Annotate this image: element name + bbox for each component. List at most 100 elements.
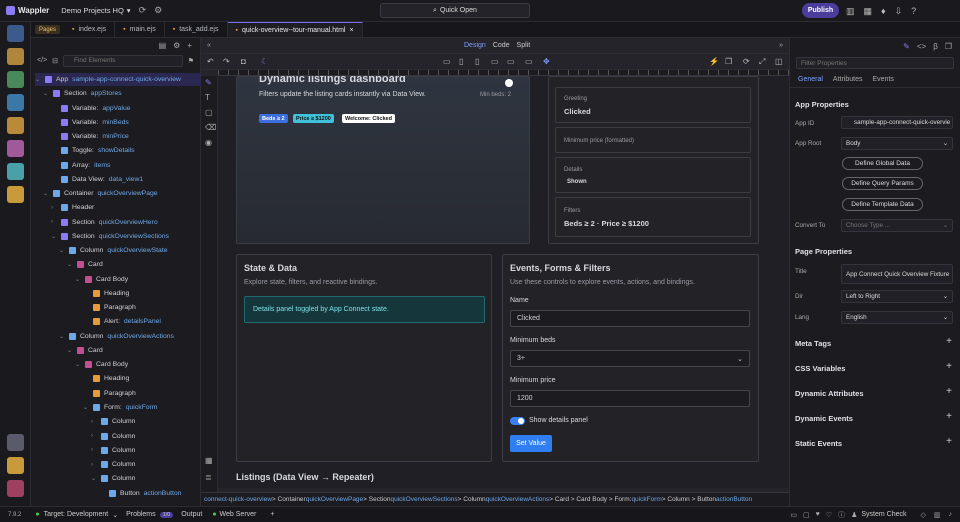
- chevron-down-icon[interactable]: ⌄: [75, 276, 81, 283]
- redo-icon[interactable]: ↷: [223, 57, 230, 66]
- settings-icon[interactable]: ⚙: [173, 41, 180, 50]
- tree-node[interactable]: › Column: [91, 430, 139, 443]
- help-icon[interactable]: ?: [911, 6, 916, 16]
- tablet-icon[interactable]: ▯: [459, 57, 463, 66]
- lang-select[interactable]: English ⌄: [841, 311, 953, 324]
- dynamic-events-section[interactable]: Dynamic Events: [795, 414, 853, 423]
- find-elements-input[interactable]: Find Elements: [63, 54, 183, 67]
- mode-design[interactable]: Design: [464, 42, 486, 49]
- grid-icon[interactable]: ▦: [205, 456, 213, 465]
- hero-section[interactable]: Dynamic listings dashboard Filters updat…: [236, 76, 530, 244]
- fullscreen-icon[interactable]: ⤢: [759, 57, 765, 67]
- tree-node[interactable]: › Header: [51, 201, 98, 214]
- app-id-input[interactable]: sample-app-connect-quick-overvie: [841, 116, 953, 129]
- trash-icon[interactable]: ⌫: [205, 123, 216, 132]
- crumb[interactable]: quickOverviewActions: [486, 496, 550, 503]
- browser-icon[interactable]: ◫: [775, 57, 783, 66]
- layout-icon[interactable]: ▥: [934, 511, 941, 519]
- camera-icon[interactable]: ◘: [241, 57, 246, 66]
- add-icon[interactable]: +: [270, 511, 274, 518]
- crumb[interactable]: > Section: [363, 496, 390, 503]
- tree-node[interactable]: ⌄ Card: [67, 344, 107, 357]
- tree-node[interactable]: Button actionButton: [99, 487, 181, 500]
- design-icon[interactable]: [7, 140, 24, 157]
- tab-general[interactable]: General: [798, 76, 823, 83]
- tree-node[interactable]: ⌄ Section quickOverviewSections: [51, 230, 169, 243]
- tree-node[interactable]: › Column: [91, 444, 139, 457]
- download-icon[interactable]: ⇩: [895, 6, 903, 17]
- set-value-button[interactable]: Set Value: [510, 435, 552, 452]
- grid-icon[interactable]: ▦: [864, 6, 873, 17]
- crumb[interactable]: actionButton: [716, 496, 752, 503]
- settings-icon[interactable]: [7, 457, 24, 474]
- pages-icon[interactable]: [7, 25, 24, 42]
- filter-properties-input[interactable]: Filter Properties: [796, 57, 954, 69]
- tree-node[interactable]: Data View: data_view1: [51, 173, 143, 186]
- copy-icon[interactable]: ❐: [725, 57, 732, 66]
- chevron-down-icon[interactable]: ⌄: [35, 76, 41, 83]
- collapse-icon[interactable]: ⊟: [52, 57, 58, 65]
- collapse-left-icon[interactable]: «: [207, 42, 211, 49]
- sync-icon[interactable]: ⟳: [139, 5, 147, 16]
- system-check-button[interactable]: System Check: [861, 511, 906, 518]
- database-icon[interactable]: [7, 94, 24, 111]
- crumb[interactable]: quickOverviewPage: [306, 496, 363, 503]
- target-selector[interactable]: Target: Development: [44, 511, 109, 518]
- crumb[interactable]: > Card > Card Body > Form:: [549, 496, 631, 503]
- plus-icon[interactable]: +: [946, 386, 952, 397]
- people-icon[interactable]: ♟: [851, 511, 857, 519]
- routing-icon[interactable]: [7, 117, 24, 134]
- eye-icon[interactable]: ◉: [205, 138, 212, 147]
- name-input[interactable]: Clicked: [510, 310, 750, 327]
- tree-node[interactable]: ⌄ Column quickOverviewState: [59, 244, 168, 257]
- chevron-down-icon[interactable]: ⌄: [83, 404, 89, 411]
- tree-node[interactable]: Toggle: showDetails: [51, 144, 135, 157]
- bootstrap-icon[interactable]: β: [933, 42, 938, 51]
- convert-to-select[interactable]: Choose Type ... ⌄: [841, 219, 953, 232]
- text-tool-icon[interactable]: T: [205, 93, 210, 102]
- add-icon[interactable]: +: [187, 41, 192, 50]
- collapse-right-icon[interactable]: »: [779, 42, 783, 49]
- filter-icon[interactable]: ⚑: [188, 57, 194, 65]
- tab-quick-overview[interactable]: ▪ quick-overview--tour-manual.html ×: [227, 22, 363, 37]
- tree-node[interactable]: ⌄ Form: quickForm: [83, 401, 157, 414]
- tree-node[interactable]: › Column: [91, 458, 139, 471]
- price-input[interactable]: 1200: [510, 390, 750, 407]
- tree-node[interactable]: ⌄ Section appStores: [43, 87, 122, 100]
- tab-index[interactable]: ▪ index.ejs: [64, 22, 116, 37]
- thumbs-up-icon[interactable]: ♥: [816, 511, 820, 518]
- chevron-down-icon[interactable]: ⌄: [43, 90, 49, 97]
- problems-button[interactable]: Problems: [126, 511, 156, 518]
- plus-icon[interactable]: +: [946, 336, 952, 347]
- tree-node[interactable]: › Column: [91, 415, 139, 428]
- settings-icon[interactable]: ⚙: [154, 5, 162, 16]
- monitor-icon[interactable]: ▭: [507, 57, 515, 66]
- layers-icon[interactable]: [7, 163, 24, 180]
- chevron-right-icon[interactable]: ›: [91, 462, 97, 468]
- list-icon[interactable]: ≣: [205, 473, 212, 482]
- tree-node[interactable]: Paragraph: [83, 387, 140, 400]
- flash-icon[interactable]: ⚡: [709, 57, 719, 66]
- crumb[interactable]: quickOverviewSections: [390, 496, 457, 503]
- edit-icon[interactable]: ✎: [205, 78, 212, 87]
- drop-icon[interactable]: ♦: [881, 6, 886, 16]
- define-template-data-button[interactable]: Define Template Data: [842, 198, 923, 211]
- dir-select[interactable]: Left to Right ⌄: [841, 290, 953, 303]
- crumb[interactable]: > Container: [272, 496, 306, 503]
- refresh-icon[interactable]: ⟳: [743, 57, 750, 66]
- undo-icon[interactable]: ↶: [207, 57, 214, 66]
- chevron-down-icon[interactable]: ⌄: [75, 361, 81, 368]
- code-icon[interactable]: <>: [917, 42, 926, 51]
- meta-tags-section[interactable]: Meta Tags: [795, 339, 831, 348]
- workflow-icon[interactable]: [7, 48, 24, 65]
- static-events-section[interactable]: Static Events: [795, 439, 842, 448]
- chevron-down-icon[interactable]: ⌄: [59, 247, 65, 254]
- tree-node[interactable]: ⌄ Column quickOverviewActions: [59, 330, 174, 343]
- news-icon[interactable]: [7, 480, 24, 497]
- wide-icon[interactable]: ▭: [525, 57, 533, 66]
- tree-node[interactable]: › Section quickOverviewHero: [51, 216, 158, 229]
- laptop-icon[interactable]: ▭: [491, 57, 499, 66]
- crumb[interactable]: connect-quick-overview: [204, 496, 272, 503]
- bell-icon[interactable]: ♪: [949, 511, 953, 518]
- details-toggle[interactable]: [510, 417, 525, 425]
